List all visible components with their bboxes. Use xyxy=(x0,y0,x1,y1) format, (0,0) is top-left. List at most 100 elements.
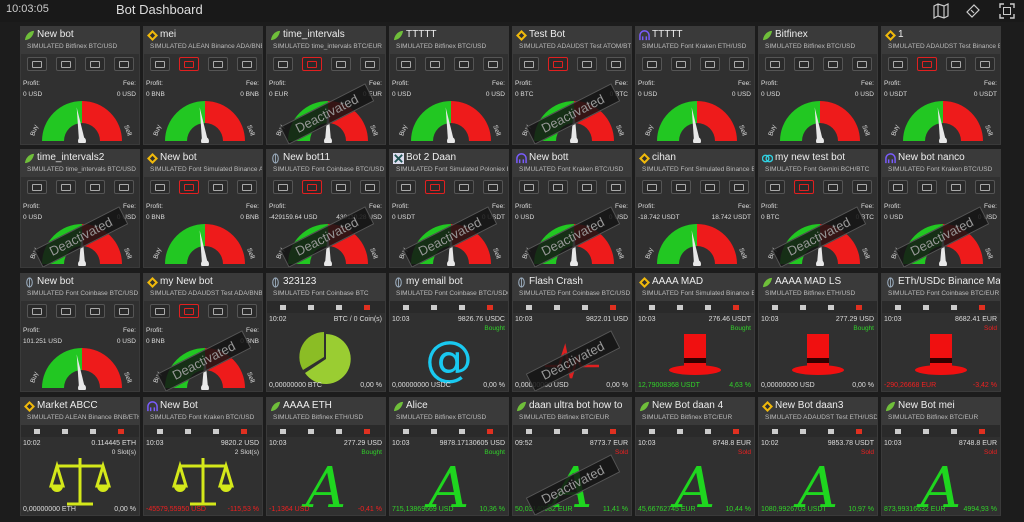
stop-button[interactable] xyxy=(794,57,814,71)
flag-button[interactable] xyxy=(208,304,228,318)
flag-button[interactable] xyxy=(331,180,351,194)
stop-icon[interactable] xyxy=(855,303,863,311)
stop-icon[interactable] xyxy=(978,427,986,435)
bot-card[interactable]: 323123 SIMULATED Font Coinbase BTC 10:02 BT… xyxy=(266,273,386,392)
user-icon[interactable] xyxy=(894,427,902,435)
plug-icon[interactable] xyxy=(61,427,69,435)
stop-button[interactable] xyxy=(179,180,199,194)
bot-card[interactable]: Bitfinex SIMULATED Bitfinex BTC/USD Profit… xyxy=(758,26,878,145)
plug-icon[interactable] xyxy=(676,427,684,435)
stop-icon[interactable] xyxy=(609,427,617,435)
inbox-button[interactable] xyxy=(852,57,872,71)
plug-icon[interactable] xyxy=(799,427,807,435)
user-icon[interactable] xyxy=(279,303,287,311)
stop-icon[interactable] xyxy=(363,303,371,311)
flag-button[interactable] xyxy=(823,57,843,71)
stop-icon[interactable] xyxy=(732,427,740,435)
plug-icon[interactable] xyxy=(430,427,438,435)
flag-button[interactable] xyxy=(946,57,966,71)
plug-icon[interactable] xyxy=(922,427,930,435)
user-icon[interactable] xyxy=(279,427,287,435)
bot-card[interactable]: daan ultra bot how to SIMULATED Bitfinex … xyxy=(512,397,632,516)
bot-card[interactable]: cihan SIMULATED Font Simulated Binance BT… xyxy=(635,149,755,268)
plug-icon[interactable] xyxy=(184,427,192,435)
bot-card[interactable]: New bot SIMULATED Font Simulated Binance … xyxy=(143,149,263,268)
flag-button[interactable] xyxy=(577,180,597,194)
bot-card[interactable]: New bott SIMULATED Font Kraken BTC/USD Pro… xyxy=(512,149,632,268)
flag-button[interactable] xyxy=(454,180,474,194)
toggle-button[interactable] xyxy=(888,180,908,194)
flag-icon[interactable] xyxy=(704,303,712,311)
plug-icon[interactable] xyxy=(553,303,561,311)
flag-icon[interactable] xyxy=(581,303,589,311)
inbox-button[interactable] xyxy=(114,180,134,194)
bot-card[interactable]: Market ABCC SIMULATED ALEAN Binance BNB/E… xyxy=(20,397,140,516)
flag-button[interactable] xyxy=(208,180,228,194)
flag-icon[interactable] xyxy=(335,303,343,311)
stop-icon[interactable] xyxy=(732,303,740,311)
toggle-button[interactable] xyxy=(396,180,416,194)
flag-button[interactable] xyxy=(85,57,105,71)
stop-button[interactable] xyxy=(548,180,568,194)
inbox-button[interactable] xyxy=(114,57,134,71)
stop-button[interactable] xyxy=(794,180,814,194)
plug-icon[interactable] xyxy=(799,303,807,311)
plug-icon[interactable] xyxy=(676,303,684,311)
bot-card[interactable]: my New bot SIMULATED ADAUDST Test ADA/BNB… xyxy=(143,273,263,392)
inbox-button[interactable] xyxy=(360,57,380,71)
stop-button[interactable] xyxy=(671,57,691,71)
flag-icon[interactable] xyxy=(704,427,712,435)
toggle-button[interactable] xyxy=(27,304,47,318)
flag-icon[interactable] xyxy=(458,427,466,435)
toggle-button[interactable] xyxy=(642,180,662,194)
plug-icon[interactable] xyxy=(553,427,561,435)
bot-card[interactable]: time_intervals SIMULATED time_intervals B… xyxy=(266,26,386,145)
bot-card[interactable]: New bot SIMULATED Bitfinex BTC/USD Profit:… xyxy=(20,26,140,145)
stop-button[interactable] xyxy=(917,180,937,194)
inbox-button[interactable] xyxy=(360,180,380,194)
inbox-button[interactable] xyxy=(606,57,626,71)
flag-button[interactable] xyxy=(700,180,720,194)
plug-icon[interactable] xyxy=(430,303,438,311)
user-icon[interactable] xyxy=(771,303,779,311)
bot-card[interactable]: New bot11 SIMULATED Font Coinbase BTC/USD… xyxy=(266,149,386,268)
flag-button[interactable] xyxy=(577,57,597,71)
flag-icon[interactable] xyxy=(827,427,835,435)
bot-card[interactable]: New bot SIMULATED Font Coinbase BTC/USD Pr… xyxy=(20,273,140,392)
user-icon[interactable] xyxy=(525,303,533,311)
inbox-button[interactable] xyxy=(729,180,749,194)
stop-icon[interactable] xyxy=(240,427,248,435)
bot-card[interactable]: my new test bot SIMULATED Font Gemini BCH… xyxy=(758,149,878,268)
toggle-button[interactable] xyxy=(273,57,293,71)
toggle-button[interactable] xyxy=(519,180,539,194)
inbox-button[interactable] xyxy=(237,180,257,194)
bot-card[interactable]: AAAA ETH SIMULATED Bitfinex ETH/USD 10:03 2… xyxy=(266,397,386,516)
bot-card[interactable]: New bot nanco SIMULATED Font Kraken BTC/U… xyxy=(881,149,1001,268)
inbox-button[interactable] xyxy=(975,180,995,194)
toggle-button[interactable] xyxy=(150,57,170,71)
stop-button[interactable] xyxy=(179,57,199,71)
plug-icon[interactable] xyxy=(307,427,315,435)
bot-card[interactable]: TTTTT SIMULATED Bitfinex BTC/USD Profit: Fe… xyxy=(389,26,509,145)
stop-button[interactable] xyxy=(548,57,568,71)
flag-button[interactable] xyxy=(454,57,474,71)
inbox-button[interactable] xyxy=(114,304,134,318)
bot-card[interactable]: New Bot mei SIMULATED Bitfinex BTC/EUR 10:… xyxy=(881,397,1001,516)
toggle-button[interactable] xyxy=(642,57,662,71)
flag-button[interactable] xyxy=(331,57,351,71)
bot-card[interactable]: Alice SIMULATED Bitfinex BTC/USD 10:03 9878… xyxy=(389,397,509,516)
ticket-icon[interactable] xyxy=(965,3,981,19)
plug-icon[interactable] xyxy=(307,303,315,311)
fullscreen-icon[interactable] xyxy=(999,3,1015,19)
stop-button[interactable] xyxy=(56,304,76,318)
flag-icon[interactable] xyxy=(89,427,97,435)
flag-button[interactable] xyxy=(85,180,105,194)
stop-button[interactable] xyxy=(425,57,445,71)
toggle-button[interactable] xyxy=(396,57,416,71)
flag-icon[interactable] xyxy=(950,427,958,435)
toggle-button[interactable] xyxy=(519,57,539,71)
user-icon[interactable] xyxy=(771,427,779,435)
toggle-button[interactable] xyxy=(150,180,170,194)
bot-card[interactable]: New Bot SIMULATED Font Kraken BTC/USD 10:0… xyxy=(143,397,263,516)
bot-card[interactable]: my email bot SIMULATED Font Coinbase BTC/… xyxy=(389,273,509,392)
